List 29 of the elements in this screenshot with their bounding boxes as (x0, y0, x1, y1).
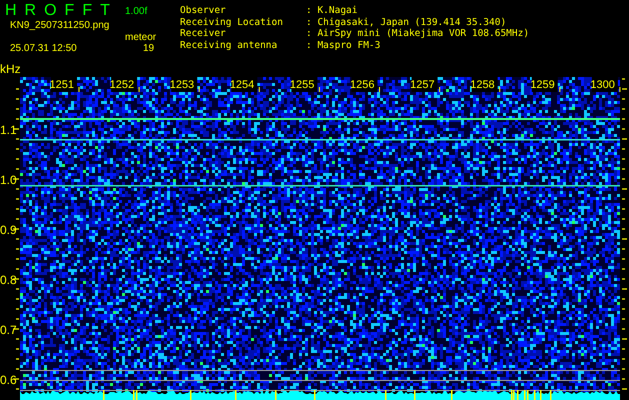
time-label: 1259 (530, 77, 558, 92)
frequency-label: 0.8 (0, 273, 17, 287)
time-label: 1300 (590, 77, 618, 92)
info-value: : AirSpy mini (Miakejima VOR 108.65MHz) (306, 28, 530, 40)
time-label: 1253 (170, 77, 198, 92)
detection-type-label: meteor (125, 32, 158, 43)
filename-label: KN9_2507311250.png (9, 20, 110, 32)
app-title: HROFFT (5, 2, 118, 20)
info-label: Receiver (180, 28, 227, 40)
frequency-label: 0.6 (0, 373, 17, 387)
time-label: 1258 (470, 77, 498, 92)
frequency-label: 0.7 (0, 323, 17, 337)
time-label: 1256 (350, 77, 378, 92)
time-label: 1255 (290, 77, 318, 92)
version-label: 1.00f (125, 6, 148, 16)
info-value: : K.Nagai (306, 5, 358, 16)
datetime-label: 25.07.31 12:50 (9, 43, 78, 56)
frequency-label: 0.9 (0, 223, 17, 237)
count-label: 19 (142, 43, 156, 56)
info-label: Observer (180, 5, 227, 16)
frequency-label: 1.1 (0, 123, 17, 137)
time-label: 1252 (110, 77, 138, 92)
info-label: Receiving antenna (180, 40, 278, 51)
info-value: : Chigasaki, Japan (139.414 35.340) (306, 16, 508, 28)
time-label: 1257 (410, 77, 438, 92)
frequency-label: 1.0 (0, 173, 17, 187)
unit-label: kHz (0, 62, 21, 76)
info-label: Receiving Location (180, 16, 284, 28)
info-value: : Maspro FM-3 (306, 40, 382, 51)
